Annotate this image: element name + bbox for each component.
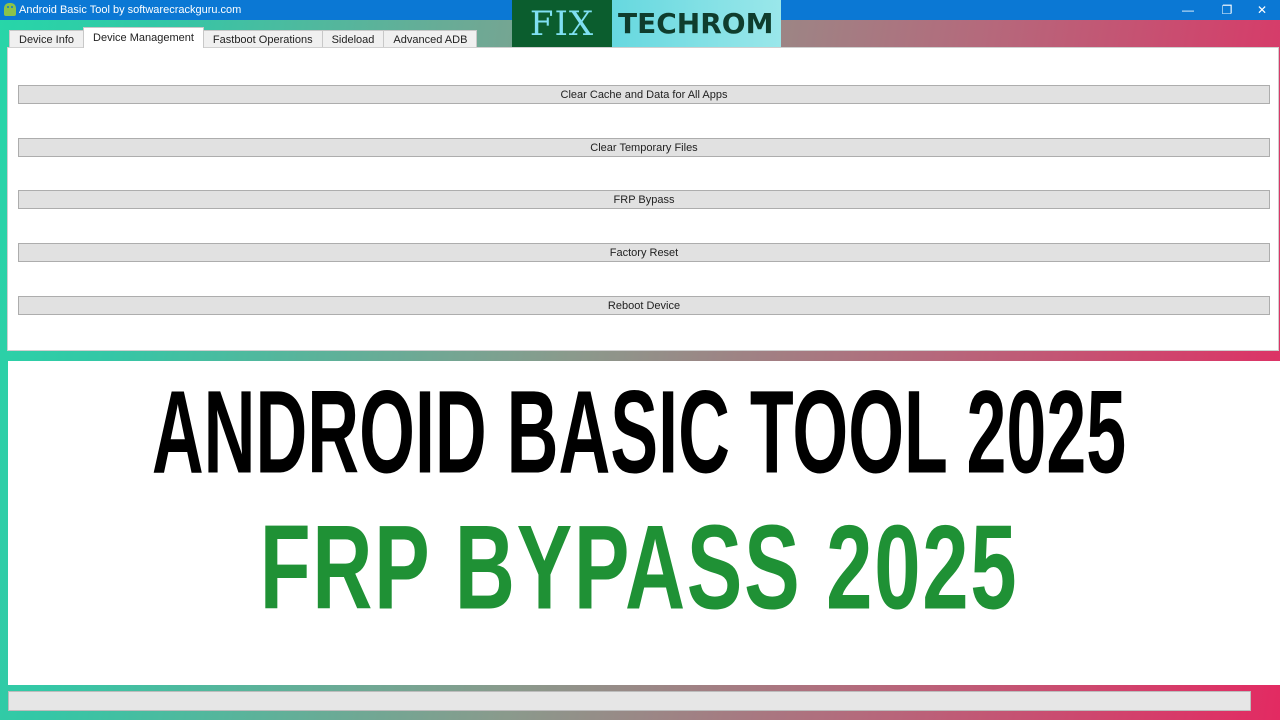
tab-fastboot-operations[interactable]: Fastboot Operations (202, 30, 323, 48)
device-management-panel: Clear Cache and Data for All Apps Clear … (7, 47, 1279, 351)
promo-banner: ANDROID BASIC TOOL 2025 FRP BYPASS 2025 (8, 361, 1280, 685)
reboot-device-button[interactable]: Reboot Device (18, 296, 1270, 315)
logo-techrom-text: TECHROM (612, 0, 781, 47)
logo-fix-text: FIX (512, 0, 612, 47)
factory-reset-button[interactable]: Factory Reset (18, 243, 1270, 262)
headline-frp-bypass: FRP BYPASS 2025 (259, 499, 1019, 634)
close-button[interactable]: ✕ (1242, 0, 1280, 20)
tab-device-management[interactable]: Device Management (83, 27, 204, 48)
tab-device-info[interactable]: Device Info (9, 30, 85, 48)
clear-cache-button[interactable]: Clear Cache and Data for All Apps (18, 85, 1270, 104)
restore-button[interactable]: ❐ (1207, 0, 1247, 20)
frp-bypass-button[interactable]: FRP Bypass (18, 190, 1270, 209)
headline-android-basic-tool: ANDROID BASIC TOOL 2025 (151, 367, 1127, 499)
tab-sideload[interactable]: Sideload (321, 30, 385, 48)
window-title: Android Basic Tool by softwarecrackguru.… (19, 4, 242, 16)
clear-temp-files-button[interactable]: Clear Temporary Files (18, 138, 1270, 157)
minimize-button[interactable]: — (1168, 0, 1208, 20)
fixtechrom-logo: FIX TECHROM (512, 0, 781, 47)
android-icon (4, 3, 16, 16)
tab-advanced-adb[interactable]: Advanced ADB (383, 30, 478, 48)
status-bar (8, 691, 1251, 711)
tab-strip: Device Info Device Management Fastboot O… (9, 27, 478, 48)
